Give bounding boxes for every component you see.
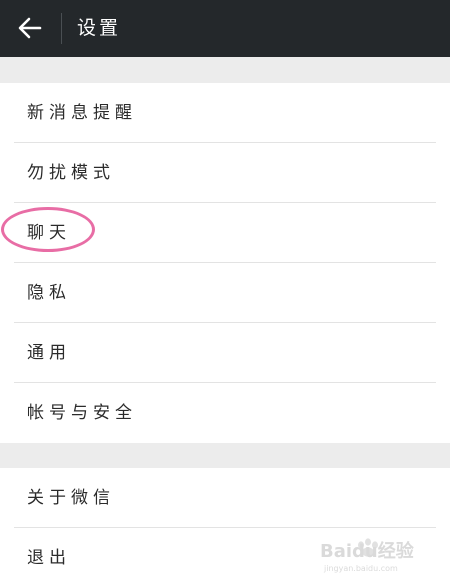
arrow-left-icon	[18, 17, 42, 39]
page-title: 设置	[77, 17, 122, 39]
settings-item-about-wechat[interactable]: 关于微信	[0, 468, 450, 528]
settings-item-label: 聊天	[27, 223, 71, 243]
settings-item-label: 隐私	[27, 283, 71, 303]
settings-item-label: 帐号与安全	[27, 403, 137, 423]
back-button[interactable]	[8, 8, 52, 48]
settings-item-label: 通用	[27, 343, 71, 363]
settings-item-do-not-disturb[interactable]: 勿扰模式	[0, 143, 450, 203]
header-divider	[61, 13, 62, 44]
baidu-jingyan-watermark: Baidu经验 jingyan.baidu.com	[320, 538, 415, 573]
svg-text:jingyan.baidu.com: jingyan.baidu.com	[323, 564, 398, 573]
svg-text:Baidu经验: Baidu经验	[320, 540, 415, 562]
settings-item-general[interactable]: 通用	[0, 323, 450, 383]
settings-item-label: 勿扰模式	[27, 163, 115, 183]
settings-group-main: 新消息提醒 勿扰模式 聊天 隐私 通用 帐号与安全	[0, 83, 450, 443]
settings-item-label: 关于微信	[27, 488, 115, 508]
settings-item-label: 新消息提醒	[27, 103, 137, 123]
settings-item-chat[interactable]: 聊天	[0, 203, 450, 263]
top-app-bar: 设置	[0, 0, 450, 57]
settings-item-account-security[interactable]: 帐号与安全	[0, 383, 450, 443]
settings-item-label: 退出	[27, 548, 71, 568]
settings-item-new-message-alerts[interactable]: 新消息提醒	[0, 83, 450, 143]
settings-item-privacy[interactable]: 隐私	[0, 263, 450, 323]
